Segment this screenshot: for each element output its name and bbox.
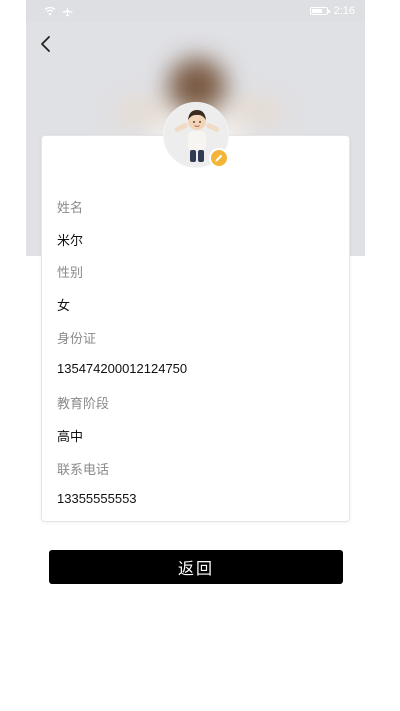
field-label-education: 教育阶段 (57, 396, 110, 411)
edit-avatar-button[interactable] (209, 148, 229, 168)
airplane-icon (62, 5, 73, 17)
status-right: 2:16 (309, 5, 355, 17)
field-value-gender: 女 (57, 298, 71, 313)
field-label-gender: 性别 (57, 265, 84, 280)
field-value-id-card: 135474200012124750 (57, 361, 188, 376)
status-time: 2:16 (333, 5, 355, 17)
field-label-name: 姓名 (57, 200, 84, 215)
status-left (44, 5, 73, 17)
profile-card: 姓名 米尔 性别 女 身份证 135474200012124750 教育阶段 高… (41, 135, 350, 522)
wifi-icon (44, 6, 56, 16)
status-bar: 2:16 (26, 0, 365, 22)
field-label-id-card: 身份证 (57, 331, 97, 346)
field-label-phone: 联系电话 (57, 462, 110, 477)
field-value-phone: 13355555553 (57, 491, 137, 506)
field-value-education: 高中 (57, 429, 84, 444)
back-button[interactable] (36, 34, 56, 54)
frame-left (0, 0, 26, 711)
return-button[interactable]: 返回 (49, 550, 343, 584)
field-value-name: 米尔 (57, 233, 84, 248)
battery-icon (309, 7, 330, 15)
chevron-left-icon (41, 36, 50, 52)
screen: 2:16 姓名 米尔 性别 女 身份证 135474200012124750 教… (26, 0, 365, 711)
frame-right (365, 0, 400, 711)
pencil-icon (215, 154, 223, 162)
